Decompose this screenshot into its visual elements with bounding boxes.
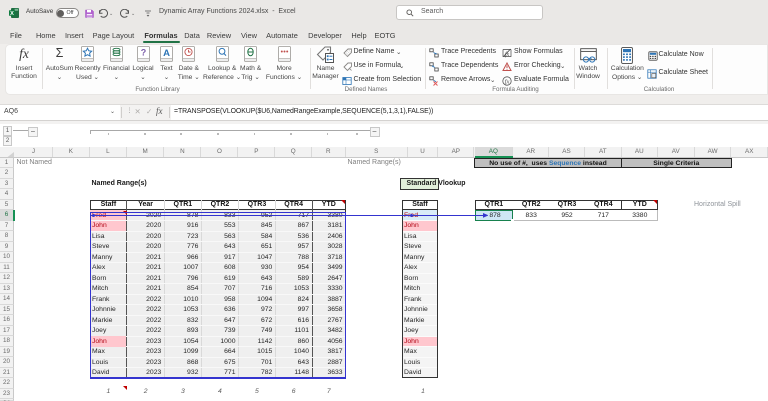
svg-text:A: A <box>163 48 170 59</box>
svg-text:X: X <box>10 11 14 17</box>
svg-text:?: ? <box>140 48 146 58</box>
svg-text:fx: fx <box>505 78 510 85</box>
